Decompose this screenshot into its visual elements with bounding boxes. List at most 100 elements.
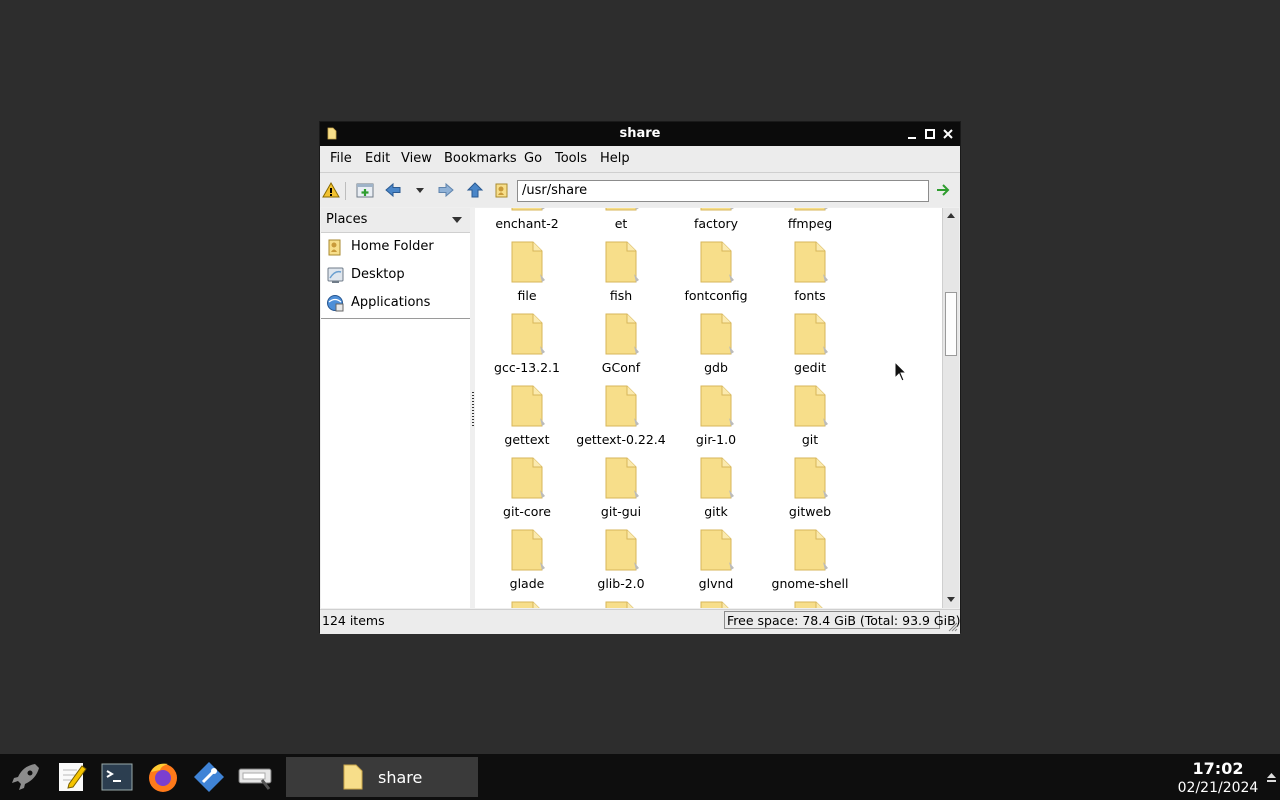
file-name: glade [509,576,545,591]
file-item[interactable]: gdb [669,312,763,382]
rocket-launcher-button[interactable] [9,760,43,794]
text-editor-button[interactable] [55,760,89,794]
sidebar-item-desktop[interactable]: Desktop [321,262,470,288]
file-name: gedit [794,360,826,375]
file-item[interactable]: ffmpeg [763,208,857,238]
file-item[interactable]: glvnd [669,528,763,598]
file-name: gir-1.0 [695,432,737,447]
sidebar-item-applications[interactable]: Applications [321,290,470,316]
file-item[interactable]: fontconfig [669,240,763,310]
screenshot-tool-button[interactable] [238,760,272,794]
task-share-window[interactable]: share [286,757,478,797]
file-item[interactable]: glib-2.0 [574,528,668,598]
home-folder-icon [495,183,508,198]
menu-bookmarks[interactable]: Bookmarks [444,151,517,166]
clock[interactable]: 17:02 02/21/2024 [1176,759,1260,797]
eject-icon[interactable] [1267,772,1276,782]
pinned-app-button[interactable] [192,760,226,794]
file-item[interactable]: fonts [763,240,857,310]
new-tab-button[interactable] [356,181,374,199]
file-item[interactable]: gitweb [763,456,857,526]
file-name: gitweb [788,504,832,519]
maximize-button[interactable] [923,127,937,141]
file-item[interactable]: enchant-2 [480,208,574,238]
go-button[interactable] [934,181,952,199]
back-button[interactable] [384,181,402,199]
folder-icon [698,384,734,428]
file-name: gdb [704,360,728,375]
file-icon-view[interactable]: enchant-2 et factory ffmpeg file fish fontconf… [475,208,942,608]
terminal-button[interactable] [100,760,134,794]
home-folder-icon [328,239,341,256]
file-name: gettext [504,432,550,447]
folder-icon [509,456,545,500]
file-name: ffmpeg [787,216,833,231]
file-item[interactable]: factory [669,208,763,238]
menu-file[interactable]: File [330,151,352,166]
file-item[interactable]: gir-1.0 [669,384,763,454]
file-item[interactable]: gedit [763,312,857,382]
file-item[interactable]: fish [574,240,668,310]
home-button[interactable] [493,181,511,199]
file-item[interactable]: gitk [669,456,763,526]
folder-icon [792,528,828,572]
folder-icon[interactable] [509,600,545,608]
back-arrow-icon [385,182,401,198]
titlebar[interactable]: share [320,122,960,146]
places-header[interactable]: Places [321,208,470,233]
file-name: fish [609,288,633,303]
scroll-up-arrow-icon[interactable] [944,209,958,223]
file-item[interactable]: glade [480,528,574,598]
file-name: gcc-13.2.1 [494,360,560,375]
file-item[interactable]: file [480,240,574,310]
menu-go[interactable]: Go [524,151,542,166]
folder-icon[interactable] [698,600,734,608]
resize-grip-icon[interactable] [946,620,958,632]
location-input[interactable]: /usr/share [517,180,929,202]
scroll-down-arrow-icon[interactable] [944,592,958,606]
mouse-cursor-icon [894,361,908,382]
rocket-launcher-icon [12,764,39,790]
menu-edit[interactable]: Edit [365,151,390,166]
file-item[interactable]: git-core [480,456,574,526]
file-item[interactable]: gnome-shell [763,528,857,598]
warning-button[interactable] [322,181,340,199]
menu-view[interactable]: View [401,151,432,166]
file-name: git-core [503,504,551,519]
minimize-button[interactable] [905,127,919,141]
history-dropdown-button[interactable] [411,181,429,199]
file-item[interactable]: gcc-13.2.1 [480,312,574,382]
toolbar-separator [345,182,346,200]
file-item[interactable]: git [763,384,857,454]
task-label: share [378,768,423,787]
firefox-button[interactable] [146,760,180,794]
places-header-label: Places [326,212,368,227]
vertical-scrollbar[interactable] [942,208,959,608]
file-name: enchant-2 [495,216,559,231]
folder-icon [603,384,639,428]
file-item[interactable]: git-gui [574,456,668,526]
close-button[interactable] [941,127,955,141]
folder-icon[interactable] [603,600,639,608]
folder-icon [603,456,639,500]
text-editor-icon [59,763,87,791]
file-name: git [801,432,819,447]
up-button[interactable] [466,181,484,199]
folder-icon[interactable] [792,600,828,608]
menu-tools[interactable]: Tools [555,151,587,166]
file-item[interactable]: et [574,208,668,238]
folder-icon [698,240,734,284]
file-item[interactable]: gettext [480,384,574,454]
menu-help[interactable]: Help [600,151,630,166]
up-arrow-icon [466,182,484,198]
sidebar-item-home[interactable]: Home Folder [321,234,470,260]
forward-button[interactable] [437,181,455,199]
pinned-app-icon [194,762,224,792]
screenshot-tool-icon [238,768,272,790]
file-item[interactable]: gettext-0.22.4 [574,384,668,454]
sidebar-item-label: Desktop [351,267,405,282]
file-item[interactable]: GConf [574,312,668,382]
sidebar-item-label: Home Folder [351,239,434,254]
scrollbar-thumb[interactable] [945,292,957,356]
minimize-icon [908,137,916,139]
